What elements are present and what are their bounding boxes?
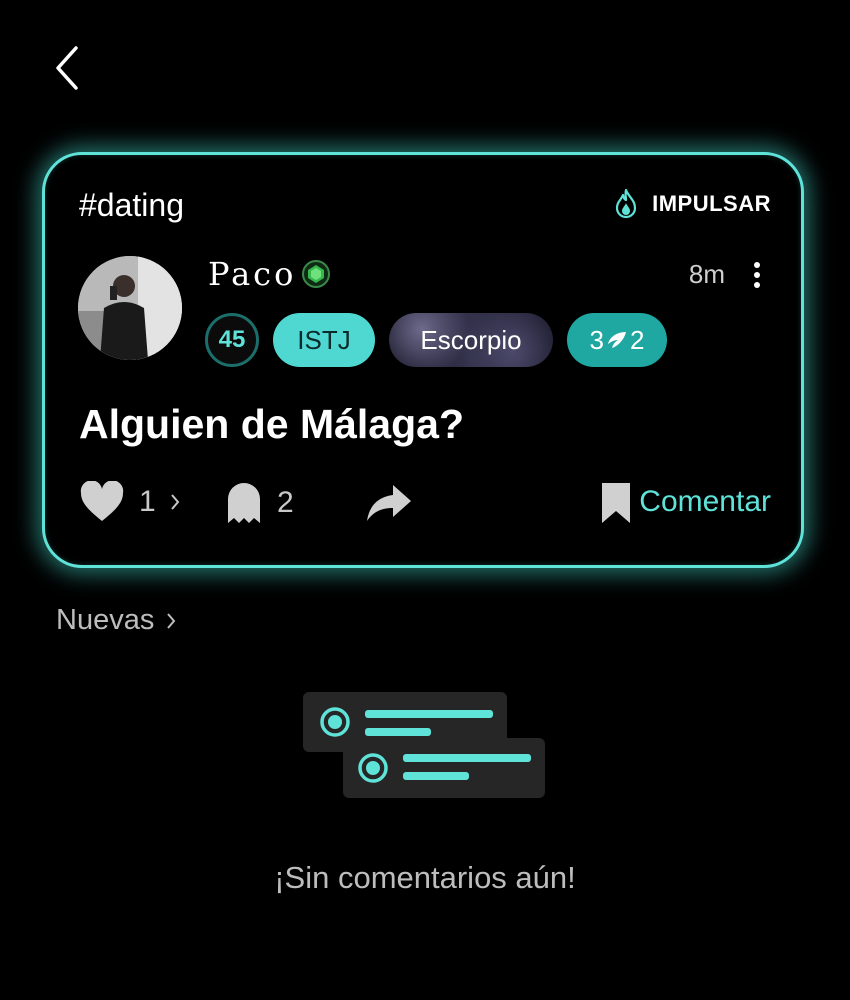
- post-hashtag[interactable]: #dating: [79, 187, 184, 224]
- like-button[interactable]: 1: [79, 481, 180, 523]
- share-button[interactable]: [365, 481, 413, 523]
- boost-button[interactable]: IMPULSAR: [614, 189, 771, 219]
- back-button[interactable]: [50, 44, 86, 92]
- user-photo-icon: [78, 256, 182, 360]
- flame-icon: [616, 189, 637, 219]
- sort-label: Nuevas: [56, 604, 155, 636]
- comments-sort-selector[interactable]: Nuevas: [56, 604, 176, 637]
- ghost-icon: [228, 483, 260, 523]
- chat-bubbles-icon: [303, 692, 545, 798]
- more-vertical-icon: [754, 262, 760, 288]
- likes-count: 1: [139, 485, 156, 518]
- avatar[interactable]: [78, 256, 182, 360]
- username[interactable]: Paco: [208, 255, 331, 293]
- username-text: Paco: [208, 255, 297, 293]
- bookmark-icon: [602, 483, 630, 523]
- empty-comments-text: ¡Sin comentarios aún!: [274, 860, 576, 895]
- gem-badge-icon: [302, 260, 331, 288]
- chevron-right-icon: [167, 612, 176, 629]
- zodiac-badge[interactable]: Escorpio: [389, 313, 553, 367]
- post-time: 8m: [688, 259, 725, 289]
- wing-icon: [608, 332, 626, 348]
- chevron-left-icon: [56, 46, 78, 90]
- share-arrow-icon: [367, 485, 411, 521]
- boost-label: IMPULSAR: [652, 191, 771, 216]
- chevron-right-icon: [170, 494, 180, 510]
- ghost-count: 2: [277, 486, 294, 519]
- profile-badges: 45 ISTJ Escorpio 3 2: [205, 313, 667, 367]
- empty-comments-illustration: [303, 692, 547, 805]
- comment-button[interactable]: Comentar: [639, 485, 771, 519]
- ghost-button[interactable]: 2: [225, 481, 294, 525]
- post-actions: 1 2 Comentar: [79, 481, 771, 531]
- enneagram-core: 3: [589, 324, 604, 355]
- heart-icon: [80, 481, 124, 521]
- enneagram-badge[interactable]: 3 2: [567, 313, 667, 367]
- more-options-button[interactable]: [753, 261, 761, 294]
- post-title: Alguien de Málaga?: [79, 401, 464, 447]
- age-badge: 45: [205, 313, 259, 367]
- post-card[interactable]: #dating IMPULSAR Paco 8m 45 ISTJ Escorpi…: [42, 152, 804, 568]
- bookmark-button[interactable]: [599, 481, 633, 525]
- enneagram-wing: 2: [630, 324, 645, 355]
- mbti-badge[interactable]: ISTJ: [273, 313, 375, 367]
